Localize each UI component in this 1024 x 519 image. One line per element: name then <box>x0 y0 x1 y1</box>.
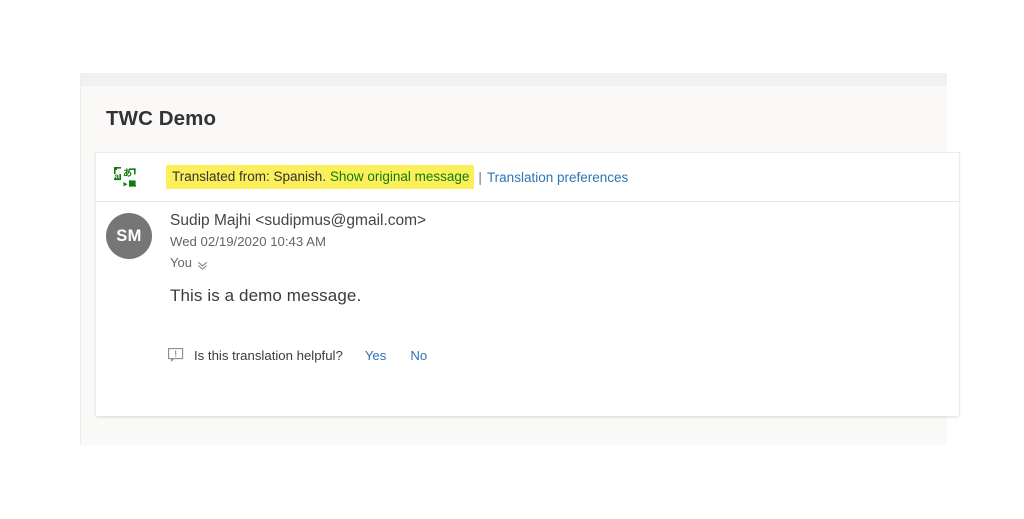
translation-banner: a あ Translated from: Spanish. Show origi… <box>96 153 959 202</box>
avatar: SM <box>106 213 152 259</box>
translated-from-text: Translated from: Spanish. <box>172 168 327 184</box>
show-original-message-link[interactable]: Show original message <box>330 169 470 184</box>
feedback-no-link[interactable]: No <box>410 348 427 363</box>
reading-pane: TWC Demo a あ Translated from: Spanish. S… <box>80 73 960 445</box>
recipients-label: You <box>170 255 192 270</box>
feedback-yes-link[interactable]: Yes <box>365 348 387 363</box>
page-title: TWC Demo <box>106 107 217 130</box>
translate-icon: a あ <box>114 167 136 189</box>
message-timestamp: Wed 02/19/2020 10:43 AM <box>170 234 326 249</box>
translation-preferences-link[interactable]: Translation preferences <box>487 170 628 185</box>
sender-meta: Sudip Majhi <sudipmus@gmail.com> Wed 02/… <box>170 211 426 272</box>
translation-feedback-row: Is this translation helpful? Yes No <box>168 348 427 363</box>
message-card: a あ Translated from: Spanish. Show origi… <box>95 152 960 416</box>
banner-separator: | <box>478 169 482 185</box>
translation-highlight: Translated from: Spanish. Show original … <box>166 164 475 190</box>
panel-left-edge <box>80 73 81 445</box>
feedback-bubble-icon <box>168 348 185 363</box>
message-body: This is a demo message. <box>170 286 362 305</box>
screenshot-root: TWC Demo a あ Translated from: Spanish. S… <box>0 0 1024 519</box>
translation-banner-text: Translated from: Spanish. Show original … <box>166 153 628 201</box>
feedback-question: Is this translation helpful? <box>194 348 343 363</box>
sender-name: Sudip Majhi <sudipmus@gmail.com> <box>170 212 427 229</box>
chevron-double-down-icon[interactable] <box>197 258 208 270</box>
panel-top-strip <box>80 73 947 86</box>
message-header: SM Sudip Majhi <sudipmus@gmail.com> Wed … <box>96 202 959 416</box>
recipients-row[interactable]: You <box>170 254 426 272</box>
